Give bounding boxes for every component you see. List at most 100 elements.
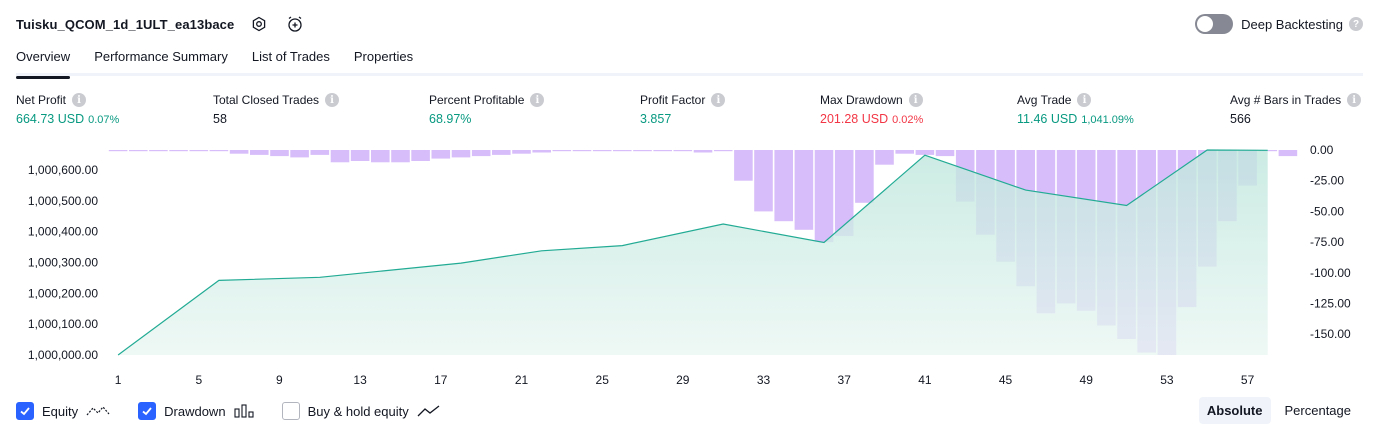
right-axis: 0.00 -25.00 -50.00 -75.00 -100.00 -125.00 -150… [1310, 143, 1351, 341]
right-tick-label: -25.00 [1310, 174, 1344, 188]
drawdown-bar [169, 150, 188, 152]
drawdown-bar [713, 150, 733, 152]
strategy-title: Tuisku_QCOM_1d_1ULT_ea13bace [16, 16, 235, 32]
drawdown-bar [653, 150, 672, 152]
drawdown-bar [915, 150, 935, 155]
x-axis: 1 5 9 13 17 21 25 29 33 37 41 45 49 53 57 [115, 373, 1255, 387]
strategy-header: Tuisku_QCOM_1d_1ULT_ea13bace [16, 12, 306, 36]
right-tick-label: -125.00 [1310, 296, 1351, 310]
x-tick-label: 49 [1080, 373, 1094, 387]
metric-max-drawdown: Max Drawdown i 201.28 USD 0.02% [820, 93, 923, 126]
drawdown-bar [512, 150, 531, 154]
x-tick-label: 33 [757, 373, 771, 387]
info-icon[interactable]: i [711, 93, 726, 107]
left-tick-label: 1,000,300.00 [28, 256, 98, 270]
metric-percent: 0.02% [892, 114, 924, 126]
drawdown-bar [592, 150, 612, 152]
drawdown-bar [774, 150, 793, 222]
drawdown-bar [310, 150, 330, 155]
drawdown-bar [492, 150, 511, 155]
drawdown-bar [350, 150, 370, 161]
deep-backtesting-label: Deep Backtesting [1241, 16, 1343, 32]
x-tick-label: 25 [596, 373, 610, 387]
drawdown-bar [613, 150, 632, 152]
help-icon[interactable]: ? [1349, 17, 1363, 31]
x-tick-label: 17 [434, 373, 448, 387]
add-alert-clock-icon[interactable] [284, 13, 306, 35]
legend-drawdown[interactable]: Drawdown [138, 402, 254, 420]
metric-label: Profit Factor [640, 93, 706, 107]
tab-overview[interactable]: Overview [16, 44, 71, 79]
tab-properties[interactable]: Properties [354, 44, 413, 76]
tab-list-of-trades[interactable]: List of Trades [252, 44, 330, 76]
metric-net-profit: Net Profit i 664.73 USD 0.07% [16, 93, 119, 126]
equity-checkbox[interactable] [16, 402, 34, 420]
legend-label: Buy & hold equity [307, 403, 409, 419]
chart-legend: Equity Drawdown Buy & hold equity [16, 400, 469, 422]
drawdown-bar [814, 150, 834, 243]
metric-profit-factor: Profit Factor i 3.857 [640, 93, 726, 126]
drawdown-bar [754, 150, 773, 212]
buy-hold-checkbox[interactable] [281, 402, 300, 420]
drawdown-bar [108, 150, 128, 152]
right-tick-label: -50.00 [1310, 204, 1344, 218]
left-tick-label: 1,000,500.00 [28, 194, 98, 208]
drawdown-bar [552, 150, 572, 152]
percentage-button[interactable]: Percentage [1277, 397, 1360, 424]
left-axis: 1,000,000.00 1,000,100.00 1,000,200.00 1,00… [28, 163, 98, 362]
drawdown-bar [895, 150, 914, 154]
metric-percent: 1,041.09% [1081, 114, 1134, 126]
tab-performance-summary[interactable]: Performance Summary [94, 44, 228, 76]
legend-buy-hold[interactable]: Buy & hold equity [281, 402, 441, 420]
drawdown-bars-icon [234, 404, 254, 418]
metric-avg-trade: Avg Trade i 11.46 USD 1,041.09% [1017, 93, 1134, 126]
drawdown-bar [411, 150, 430, 161]
info-icon[interactable]: i [908, 93, 923, 107]
drawdown-bar [693, 150, 713, 153]
drawdown-bar [431, 150, 451, 159]
drawdown-bar [875, 150, 894, 165]
x-tick-label: 45 [999, 373, 1013, 387]
metric-label: Avg Trade [1017, 93, 1072, 107]
drawdown-checkbox[interactable] [138, 402, 157, 420]
settings-gear-icon[interactable] [248, 13, 270, 35]
drawdown-bar [250, 150, 269, 155]
info-icon[interactable]: i [325, 93, 340, 107]
legend-equity[interactable]: Equity [16, 402, 110, 420]
info-icon[interactable]: i [72, 93, 87, 107]
drawdown-bar [673, 150, 693, 152]
metrics-row: Net Profit i 664.73 USD 0.07% Total Closed… [16, 93, 1363, 133]
deep-backtesting-toggle[interactable] [1195, 14, 1234, 34]
drawdown-bar [855, 150, 874, 203]
drawdown-bar [209, 150, 229, 152]
legend-label: Drawdown [164, 403, 226, 419]
x-tick-label: 1 [115, 373, 122, 387]
drawdown-bar [129, 150, 148, 152]
x-tick-label: 21 [515, 373, 529, 387]
metric-total-closed-trades: Total Closed Trades i 58 [213, 93, 340, 126]
buy-hold-line-icon [417, 404, 441, 418]
metric-value: 11.46 USD [1017, 112, 1078, 126]
drawdown-bar [451, 150, 471, 158]
metric-value: 68.97% [429, 112, 472, 126]
drawdown-bar [471, 150, 491, 157]
absolute-button[interactable]: Absolute [1198, 397, 1271, 424]
metric-label: Max Drawdown [820, 93, 903, 107]
metric-label: Total Closed Trades [213, 93, 320, 107]
drawdown-bar [371, 150, 390, 163]
metric-label: Net Profit [16, 93, 67, 107]
info-icon[interactable]: i [1347, 93, 1362, 107]
metric-percent: 0.07% [88, 114, 120, 126]
x-tick-label: 9 [276, 373, 283, 387]
info-icon[interactable]: i [1077, 93, 1092, 107]
equity-drawdown-chart[interactable]: 1,000,000.00 1,000,100.00 1,000,200.00 1,00… [0, 140, 1379, 390]
drawdown-bar [633, 150, 652, 152]
info-icon[interactable]: i [530, 93, 545, 107]
drawdown-bar [330, 150, 350, 163]
drawdown-bar [270, 150, 289, 157]
right-tick-label: -100.00 [1310, 266, 1351, 280]
right-tick-label: -150.00 [1310, 327, 1351, 341]
metric-percent-profitable: Percent Profitable i 68.97% [429, 93, 545, 126]
drawdown-bar [149, 150, 168, 152]
drawdown-bar [229, 150, 249, 154]
